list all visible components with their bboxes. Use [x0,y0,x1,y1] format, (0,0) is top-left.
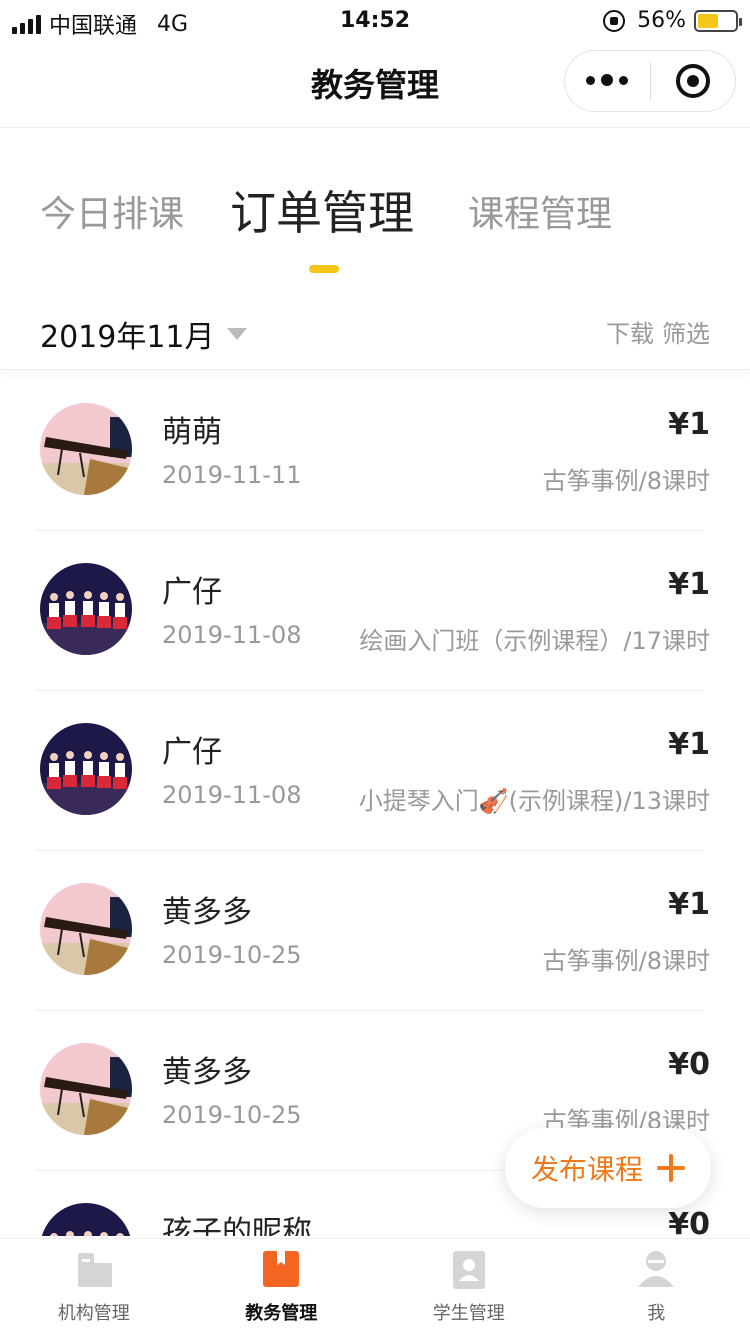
order-student-name: 广仔 [162,735,222,770]
tab-course-management[interactable]: 课程管理 [468,185,612,237]
filter-actions: 下载 筛选 [606,314,710,349]
filter-link[interactable]: 筛选 [662,314,710,349]
order-date: 2019-11-08 [162,621,302,649]
battery-icon [694,9,742,32]
order-item[interactable]: 黄多多 2019-10-25 ¥1 古筝事例/8课时 [0,851,750,1011]
order-course: 小提琴入门🎻(示例课程)/13课时 [358,787,710,815]
order-student-name: 萌萌 [162,415,222,450]
month-label: 2019年11月 [40,320,215,355]
order-student-name: 黄多多 [162,1055,252,1090]
active-tab-indicator [309,265,339,273]
order-date: 2019-10-25 [162,941,302,969]
publish-course-button[interactable]: 发布课程 [505,1128,711,1208]
order-date: 2019-11-08 [162,781,302,809]
order-item[interactable]: 广仔 2019-11-08 ¥1 小提琴入门🎻(示例课程)/13课时 [0,691,750,851]
order-list: 萌萌 2019-11-11 ¥1 古筝事例/8课时 广仔 2019-11-08 ¥1 绘画入门… [0,371,750,1236]
tabbar-item-academic[interactable]: 教务管理 [188,1239,376,1334]
tab-today-schedule[interactable]: 今日排课 [40,185,184,237]
order-course: 绘画入门班（示例课程）/17课时 [359,627,710,655]
order-student-name: 广仔 [162,575,222,610]
nav-bar: 教务管理 [0,42,750,128]
filter-bar: 2019年11月 下载 筛选 [0,290,750,370]
more-icon[interactable] [565,74,650,87]
tabbar-item-students[interactable]: 学生管理 [375,1239,563,1334]
battery-percent: 56% [637,8,686,33]
caret-down-icon [226,328,247,340]
order-price: ¥1 [668,407,710,442]
plus-icon [657,1154,685,1182]
avatar [40,1043,132,1135]
tabbar-item-institution[interactable]: 机构管理 [0,1239,188,1334]
tabbar-item-me[interactable]: 我 [563,1239,750,1334]
order-item[interactable]: 广仔 2019-11-08 ¥1 绘画入门班（示例课程）/17课时 [0,531,750,691]
publish-course-label: 发布课程 [530,1153,643,1186]
order-student-name: 孩子的昵称 [162,1215,312,1236]
tabbar-label-students: 学生管理 [432,1303,505,1324]
order-date: 2019-10-25 [162,1101,302,1129]
battery-level [698,13,719,28]
tabbar-label-institution: 机构管理 [57,1303,130,1324]
avatar [40,1203,132,1236]
bottom-tab-bar: 机构管理 教务管理 学生管理 我 [0,1238,750,1334]
status-right: 56% [603,8,742,33]
order-course: 古筝事例/8课时 [542,947,710,975]
order-date: 2019-11-11 [162,461,302,489]
segment-tabs: 今日排课 订单管理 课程管理 [0,185,750,285]
download-link[interactable]: 下载 [606,314,654,349]
order-price: ¥1 [668,887,710,922]
tabbar-label-me: 我 [647,1303,666,1324]
rotation-lock-icon [603,9,626,32]
avatar [40,563,132,655]
avatar [40,723,132,815]
tab-order-management[interactable]: 订单管理 [230,177,414,243]
avatar [40,883,132,975]
book-icon [263,1251,300,1287]
close-miniprogram-button[interactable] [651,64,736,98]
order-student-name: 黄多多 [162,895,252,930]
status-bar: 中国联通 4G 14:52 56% [0,0,750,42]
order-price: ¥1 [668,727,710,762]
tabbar-label-academic: 教务管理 [245,1303,318,1324]
avatar [40,403,132,495]
profile-icon [638,1251,675,1287]
order-price: ¥0 [668,1047,710,1082]
order-course: 古筝事例/8课时 [542,467,710,495]
student-card-icon [452,1251,485,1289]
miniprogram-capsule [564,50,736,112]
order-item[interactable]: 萌萌 2019-11-11 ¥1 古筝事例/8课时 [0,371,750,531]
target-icon [675,64,710,98]
month-selector[interactable]: 2019年11月 [40,312,247,356]
order-price: ¥1 [668,567,710,602]
order-price: ¥0 [668,1207,710,1236]
building-icon [77,1253,112,1287]
